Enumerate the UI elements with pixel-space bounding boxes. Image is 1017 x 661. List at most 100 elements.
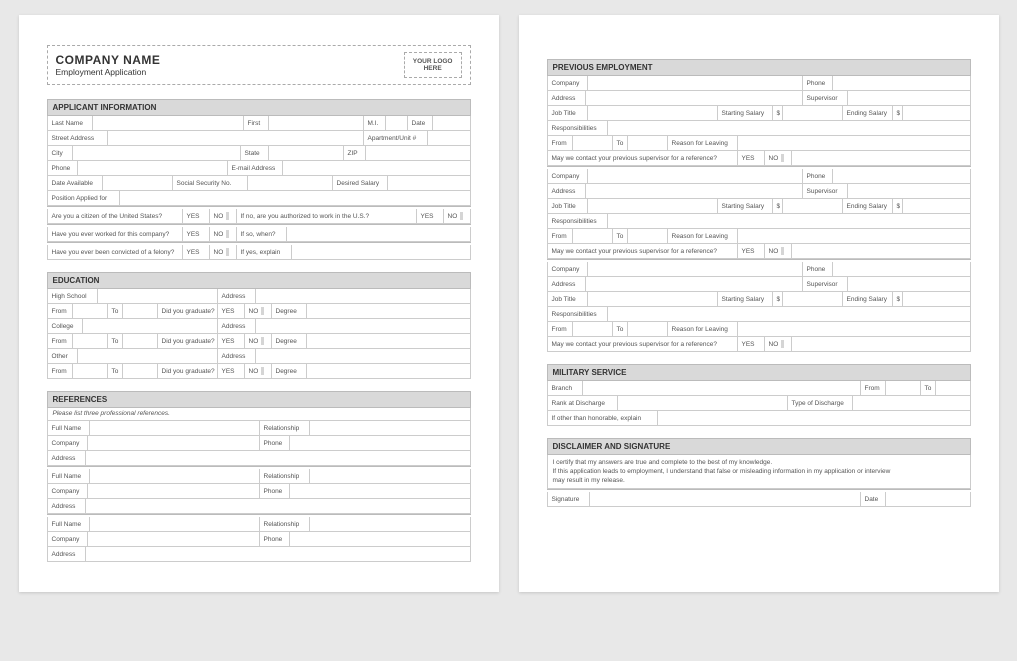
input-oth-to[interactable] — [123, 364, 158, 378]
yes-col[interactable]: YES — [218, 334, 245, 348]
no-auth[interactable]: NO — [444, 209, 471, 223]
input-emp1-company[interactable] — [588, 76, 803, 90]
no-felony[interactable]: NO — [210, 245, 237, 259]
input-oth-degree[interactable] — [307, 364, 471, 378]
input-mil-to[interactable] — [936, 381, 971, 395]
input-emp3-reason[interactable] — [738, 322, 971, 336]
input-ref2-name[interactable] — [90, 469, 260, 483]
input-position[interactable] — [120, 191, 471, 205]
input-desired-salary[interactable] — [388, 176, 471, 190]
no-citizen[interactable]: NO — [210, 209, 237, 223]
input-emp1-start-salary[interactable] — [783, 106, 843, 120]
yes-worked[interactable]: YES — [183, 227, 210, 241]
input-rank[interactable] — [618, 396, 788, 410]
input-hs-from[interactable] — [73, 304, 108, 318]
input-emp2-address[interactable] — [586, 184, 803, 198]
input-college[interactable] — [83, 319, 218, 333]
input-emp1-supervisor[interactable] — [848, 91, 971, 105]
input-emp2-from[interactable] — [573, 229, 613, 243]
yes-auth[interactable]: YES — [417, 209, 444, 223]
input-oth-from[interactable] — [73, 364, 108, 378]
input-when[interactable] — [287, 227, 471, 241]
input-other[interactable] — [78, 349, 218, 363]
input-last-name[interactable] — [93, 116, 244, 130]
input-ref2-company[interactable] — [88, 484, 260, 498]
no-emp1[interactable]: NO — [765, 151, 792, 165]
yes-emp2[interactable]: YES — [738, 244, 765, 258]
input-explain[interactable] — [292, 245, 471, 259]
input-emp1-to[interactable] — [628, 136, 668, 150]
input-date2[interactable] — [886, 492, 971, 506]
input-emp2-start-salary[interactable] — [783, 199, 843, 213]
input-emp2-supervisor[interactable] — [848, 184, 971, 198]
input-ref2-address[interactable] — [86, 499, 471, 513]
input-col-from[interactable] — [73, 334, 108, 348]
input-signature[interactable] — [590, 492, 861, 506]
input-discharge[interactable] — [853, 396, 971, 410]
input-ref1-company[interactable] — [88, 436, 260, 450]
yes-oth[interactable]: YES — [218, 364, 245, 378]
input-ref3-company[interactable] — [88, 532, 260, 546]
input-other-honorable[interactable] — [658, 411, 971, 425]
input-ref2-phone[interactable] — [290, 484, 471, 498]
input-emp1-from[interactable] — [573, 136, 613, 150]
no-col[interactable]: NO — [245, 334, 272, 348]
no-hs[interactable]: NO — [245, 304, 272, 318]
input-emp2-resp[interactable] — [608, 214, 971, 228]
input-emp1-jobtitle[interactable] — [588, 106, 718, 120]
yes-emp3[interactable]: YES — [738, 337, 765, 351]
input-emp2-to[interactable] — [628, 229, 668, 243]
input-emp2-end-salary[interactable] — [903, 199, 971, 213]
input-emp3-supervisor[interactable] — [848, 277, 971, 291]
no-oth[interactable]: NO — [245, 364, 272, 378]
no-worked[interactable]: NO — [210, 227, 237, 241]
input-ref3-name[interactable] — [90, 517, 260, 531]
yes-citizen[interactable]: YES — [183, 209, 210, 223]
no-emp2[interactable]: NO — [765, 244, 792, 258]
input-hs-to[interactable] — [123, 304, 158, 318]
input-emp3-jobtitle[interactable] — [588, 292, 718, 306]
input-phone[interactable] — [78, 161, 228, 175]
input-emp2-phone[interactable] — [833, 169, 971, 183]
input-ssn[interactable] — [248, 176, 333, 190]
input-date[interactable] — [433, 116, 471, 130]
input-col-to[interactable] — [123, 334, 158, 348]
input-date-available[interactable] — [103, 176, 173, 190]
input-mil-from[interactable] — [886, 381, 921, 395]
input-ref1-rel[interactable] — [310, 421, 471, 435]
input-emp3-company[interactable] — [588, 262, 803, 276]
input-hs[interactable] — [98, 289, 218, 303]
input-hs-degree[interactable] — [307, 304, 471, 318]
input-emp3-from[interactable] — [573, 322, 613, 336]
input-ref3-phone[interactable] — [290, 532, 471, 546]
input-mi[interactable] — [386, 116, 408, 130]
input-ref1-name[interactable] — [90, 421, 260, 435]
input-emp2-reason[interactable] — [738, 229, 971, 243]
input-ref2-rel[interactable] — [310, 469, 471, 483]
input-apt[interactable] — [428, 131, 471, 145]
input-emp3-resp[interactable] — [608, 307, 971, 321]
input-emp2-jobtitle[interactable] — [588, 199, 718, 213]
yes-hs[interactable]: YES — [218, 304, 245, 318]
input-ref3-rel[interactable] — [310, 517, 471, 531]
input-emp1-end-salary[interactable] — [903, 106, 971, 120]
input-emp3-end-salary[interactable] — [903, 292, 971, 306]
input-ref1-phone[interactable] — [290, 436, 471, 450]
input-state[interactable] — [269, 146, 344, 160]
input-emp2-company[interactable] — [588, 169, 803, 183]
input-emp3-address[interactable] — [586, 277, 803, 291]
no-emp3[interactable]: NO — [765, 337, 792, 351]
input-emp1-reason[interactable] — [738, 136, 971, 150]
input-emp3-to[interactable] — [628, 322, 668, 336]
input-emp3-start-salary[interactable] — [783, 292, 843, 306]
input-emp1-phone[interactable] — [833, 76, 971, 90]
input-branch[interactable] — [583, 381, 861, 395]
input-ref3-address[interactable] — [86, 547, 471, 561]
input-zip[interactable] — [366, 146, 471, 160]
input-street[interactable] — [108, 131, 364, 145]
input-city[interactable] — [73, 146, 241, 160]
input-first[interactable] — [269, 116, 364, 130]
input-hs-addr[interactable] — [256, 289, 471, 303]
input-emp1-resp[interactable] — [608, 121, 971, 135]
input-email[interactable] — [283, 161, 471, 175]
